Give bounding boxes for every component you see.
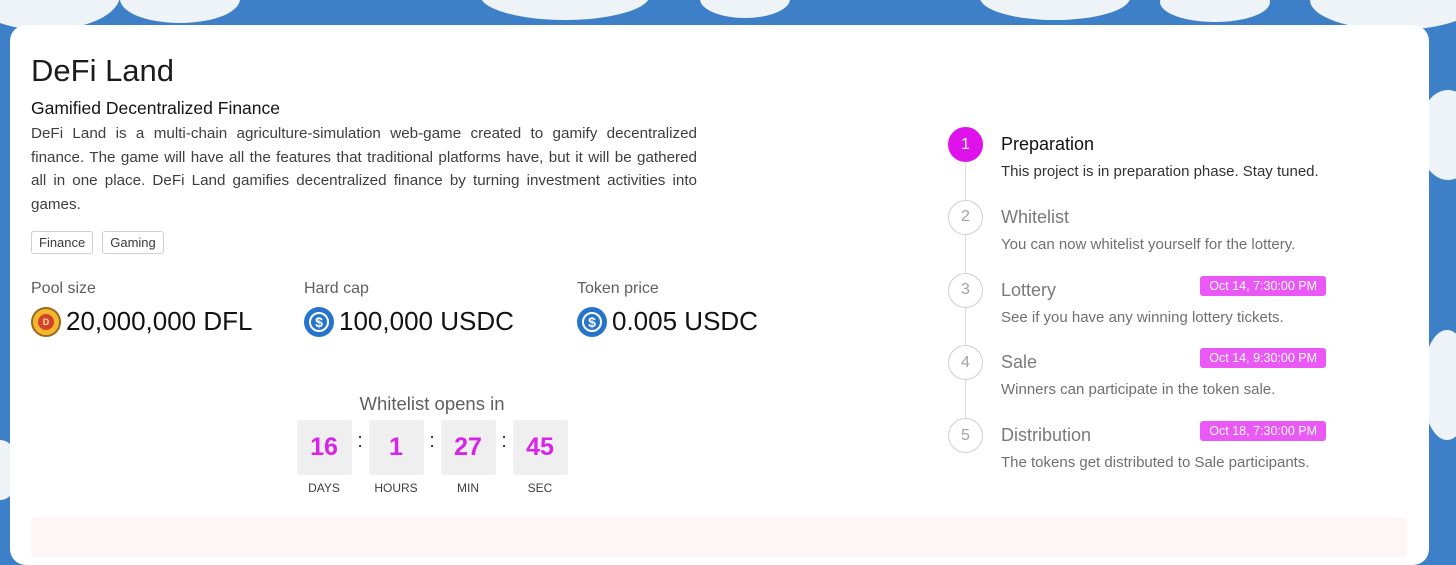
- step-title: Whitelist: [1001, 206, 1070, 227]
- countdown-hours: 1 HOURS: [368, 420, 424, 495]
- usdc-icon: $: [577, 306, 607, 337]
- pool-size-label: Pool size: [31, 280, 96, 297]
- step-number: 3: [948, 272, 983, 308]
- step-description: The tokens get distributed to Sale parti…: [1001, 454, 1310, 471]
- whitelist-countdown: Whitelist opens in 16 DAYS : 1 HOURS : 2…: [296, 393, 568, 495]
- step-title: Preparation: [1001, 134, 1095, 154]
- token-price-label: Token price: [577, 280, 659, 297]
- usdc-icon: $: [304, 306, 334, 337]
- countdown-minutes-value: 27: [440, 420, 496, 475]
- timeline-step-lottery: 3 Lottery Oct 14, 7:30:00 PM See if you …: [948, 272, 1338, 346]
- bottom-panel: [31, 517, 1407, 557]
- stat-pool-size: Pool size D 20,000,000 DFL: [31, 280, 252, 337]
- hard-cap-value: 100,000 USDC: [339, 306, 514, 336]
- step-number: 1: [948, 127, 983, 162]
- countdown-minutes: 27 MIN: [440, 420, 496, 495]
- step-number: 4: [948, 345, 983, 381]
- countdown-title: Whitelist opens in: [359, 393, 505, 414]
- step-title: Lottery: [1001, 279, 1057, 300]
- countdown-separator: :: [501, 430, 507, 452]
- hard-cap-label: Hard cap: [304, 280, 369, 297]
- project-title: DeFi Land: [31, 53, 175, 88]
- countdown-minutes-label: MIN: [457, 481, 479, 495]
- step-number: 2: [948, 199, 983, 235]
- step-description: Winners can participate in the token sal…: [1001, 381, 1276, 399]
- pool-size-value: 20,000,000 DFL: [66, 306, 253, 336]
- timeline-step-whitelist: 2 Whitelist You can now whitelist yourse…: [948, 199, 1338, 273]
- countdown-days-value: 16: [296, 420, 352, 475]
- countdown-hours-value: 1: [368, 420, 424, 475]
- countdown-seconds: 45 SEC: [512, 420, 568, 495]
- step-title: Sale: [1001, 352, 1038, 373]
- step-title: Distribution: [1001, 425, 1092, 445]
- countdown-separator: :: [357, 430, 363, 452]
- timeline-step-distribution: 5 Distribution Oct 18, 7:30:00 PM The to…: [948, 418, 1338, 491]
- tag-list: Finance Gaming: [31, 231, 164, 254]
- step-date-badge: Oct 14, 9:30:00 PM: [1200, 348, 1326, 369]
- project-card: DeFi Land Gamified Decentralized Finance…: [10, 25, 1429, 565]
- countdown-seconds-value: 45: [512, 420, 568, 475]
- countdown-seconds-label: SEC: [527, 481, 553, 495]
- timeline-step-preparation: 1 Preparation This project is in prepara…: [948, 127, 1338, 200]
- project-timeline: 1 Preparation This project is in prepara…: [948, 127, 1338, 491]
- stat-token-price: Token price $ 0.005 USDC: [577, 280, 758, 337]
- countdown-days: 16 DAYS: [296, 420, 352, 495]
- timeline-step-sale: 4 Sale Oct 14, 9:30:00 PM Winners can pa…: [948, 345, 1338, 418]
- tag-gaming[interactable]: Gaming: [102, 231, 164, 254]
- countdown-hours-label: HOURS: [374, 481, 418, 495]
- countdown-days-label: DAYS: [308, 481, 340, 495]
- step-number: 5: [948, 418, 983, 453]
- step-date-badge: Oct 14, 7:30:00 PM: [1200, 275, 1326, 296]
- countdown-separator: :: [429, 430, 435, 452]
- project-tagline: Gamified Decentralized Finance: [31, 98, 281, 118]
- stat-hard-cap: Hard cap $ 100,000 USDC: [304, 280, 514, 337]
- step-description: See if you have any winning lottery tick…: [1001, 308, 1284, 326]
- step-date-badge: Oct 18, 7:30:00 PM: [1200, 421, 1326, 441]
- step-description: This project is in preparation phase. St…: [1001, 163, 1319, 180]
- dfl-token-icon: D: [31, 306, 61, 337]
- step-description: You can now whitelist yourself for the l…: [1001, 235, 1296, 253]
- tag-finance[interactable]: Finance: [31, 231, 94, 254]
- project-description: DeFi Land is a multi-chain agriculture-s…: [31, 125, 697, 213]
- token-price-value: 0.005 USDC: [612, 306, 758, 336]
